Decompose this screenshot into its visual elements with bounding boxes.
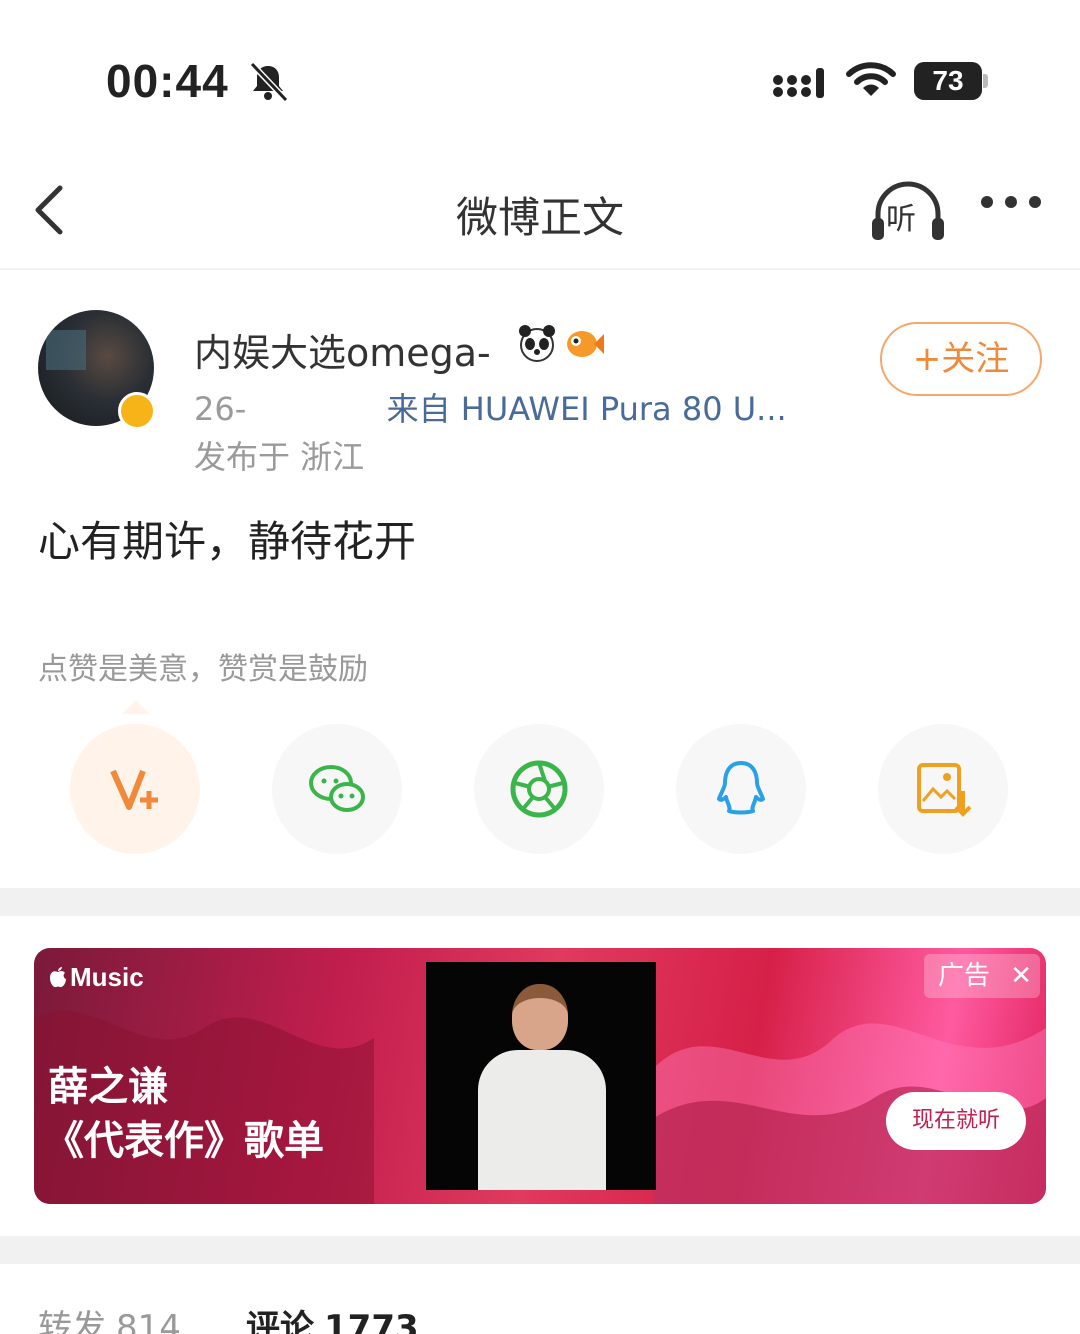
- listen-now-button[interactable]: 现在就听: [886, 1092, 1026, 1150]
- battery-level: 73: [914, 62, 982, 100]
- moments-icon: [510, 760, 568, 818]
- avatar-image-detail: [46, 330, 86, 370]
- tab-comment-label: 评论: [246, 1308, 314, 1334]
- battery-tip: [983, 74, 988, 88]
- post-location: 发布于 浙江: [194, 438, 365, 476]
- tab-repost-label: 转发: [38, 1308, 106, 1334]
- bell-muted-icon: [249, 61, 289, 103]
- v-plus-icon: [110, 769, 158, 810]
- ad-artist: 薛之谦: [48, 1064, 168, 1110]
- apple-logo-icon: [50, 967, 66, 988]
- share-qq-button[interactable]: [676, 724, 806, 854]
- save-image-button[interactable]: [878, 724, 1008, 854]
- section-divider: [0, 888, 1080, 916]
- qq-icon: [717, 761, 765, 815]
- status-time: 00:44: [106, 55, 229, 107]
- nav-bar: 微博正文 听: [0, 160, 1080, 270]
- listen-button[interactable]: 听: [868, 178, 948, 242]
- reward-pointer: [122, 700, 150, 714]
- status-bar: 00:44 73: [0, 0, 1080, 160]
- cellular-signal-icon: [773, 68, 824, 98]
- more-icon[interactable]: [978, 192, 1044, 212]
- tab-repost[interactable]: 转发 814: [38, 1300, 181, 1334]
- close-icon[interactable]: ✕: [1010, 954, 1032, 998]
- ad-person-head: [512, 984, 568, 1050]
- ad-playlist: 《代表作》歌单: [44, 1118, 324, 1164]
- post-meta: 26- 来自 HUAWEI Pura 80 U...: [194, 384, 787, 430]
- panda-emoji-icon: [519, 325, 555, 362]
- share-moments-button[interactable]: [474, 724, 604, 854]
- ad-artist-photo: [426, 962, 656, 1190]
- post-text: 心有期许，静待花开: [38, 517, 417, 566]
- post-source[interactable]: 来自 HUAWEI Pura 80 U...: [387, 390, 787, 428]
- ad-person-body: [478, 1050, 606, 1190]
- tab-comment[interactable]: 评论 1773: [246, 1300, 419, 1334]
- battery-indicator: 73: [914, 62, 988, 100]
- share-wechat-button[interactable]: [272, 724, 402, 854]
- wechat-icon: [309, 765, 365, 812]
- tab-repost-count: 814: [116, 1308, 181, 1334]
- ad-tag[interactable]: 广告 ✕: [924, 954, 1040, 998]
- share-row: [0, 720, 1080, 860]
- listen-label: 听: [886, 202, 916, 237]
- ad-brand: Music: [48, 962, 144, 993]
- user-name[interactable]: 内娱大选omega-: [194, 322, 491, 377]
- section-divider: [0, 1236, 1080, 1264]
- reward-hint: 点赞是美意，赞赏是鼓励: [38, 652, 368, 687]
- ad-banner[interactable]: Music 薛之谦 《代表作》歌单 广告 ✕ 现在就听: [34, 948, 1046, 1204]
- verified-badge-icon: [118, 392, 156, 430]
- ad-tag-label: 广告: [938, 961, 991, 991]
- reward-button[interactable]: [70, 724, 200, 854]
- save-image-icon: [917, 763, 972, 817]
- fish-emoji-icon: [567, 331, 604, 357]
- follow-button[interactable]: +关注: [880, 322, 1042, 396]
- stat-tabs: 转发 814 评论 1773: [0, 1266, 1080, 1334]
- wifi-icon: [846, 62, 896, 96]
- post-date: 26-: [194, 390, 247, 428]
- tab-comment-count: 1773: [324, 1308, 419, 1334]
- ad-brand-label: Music: [70, 962, 144, 992]
